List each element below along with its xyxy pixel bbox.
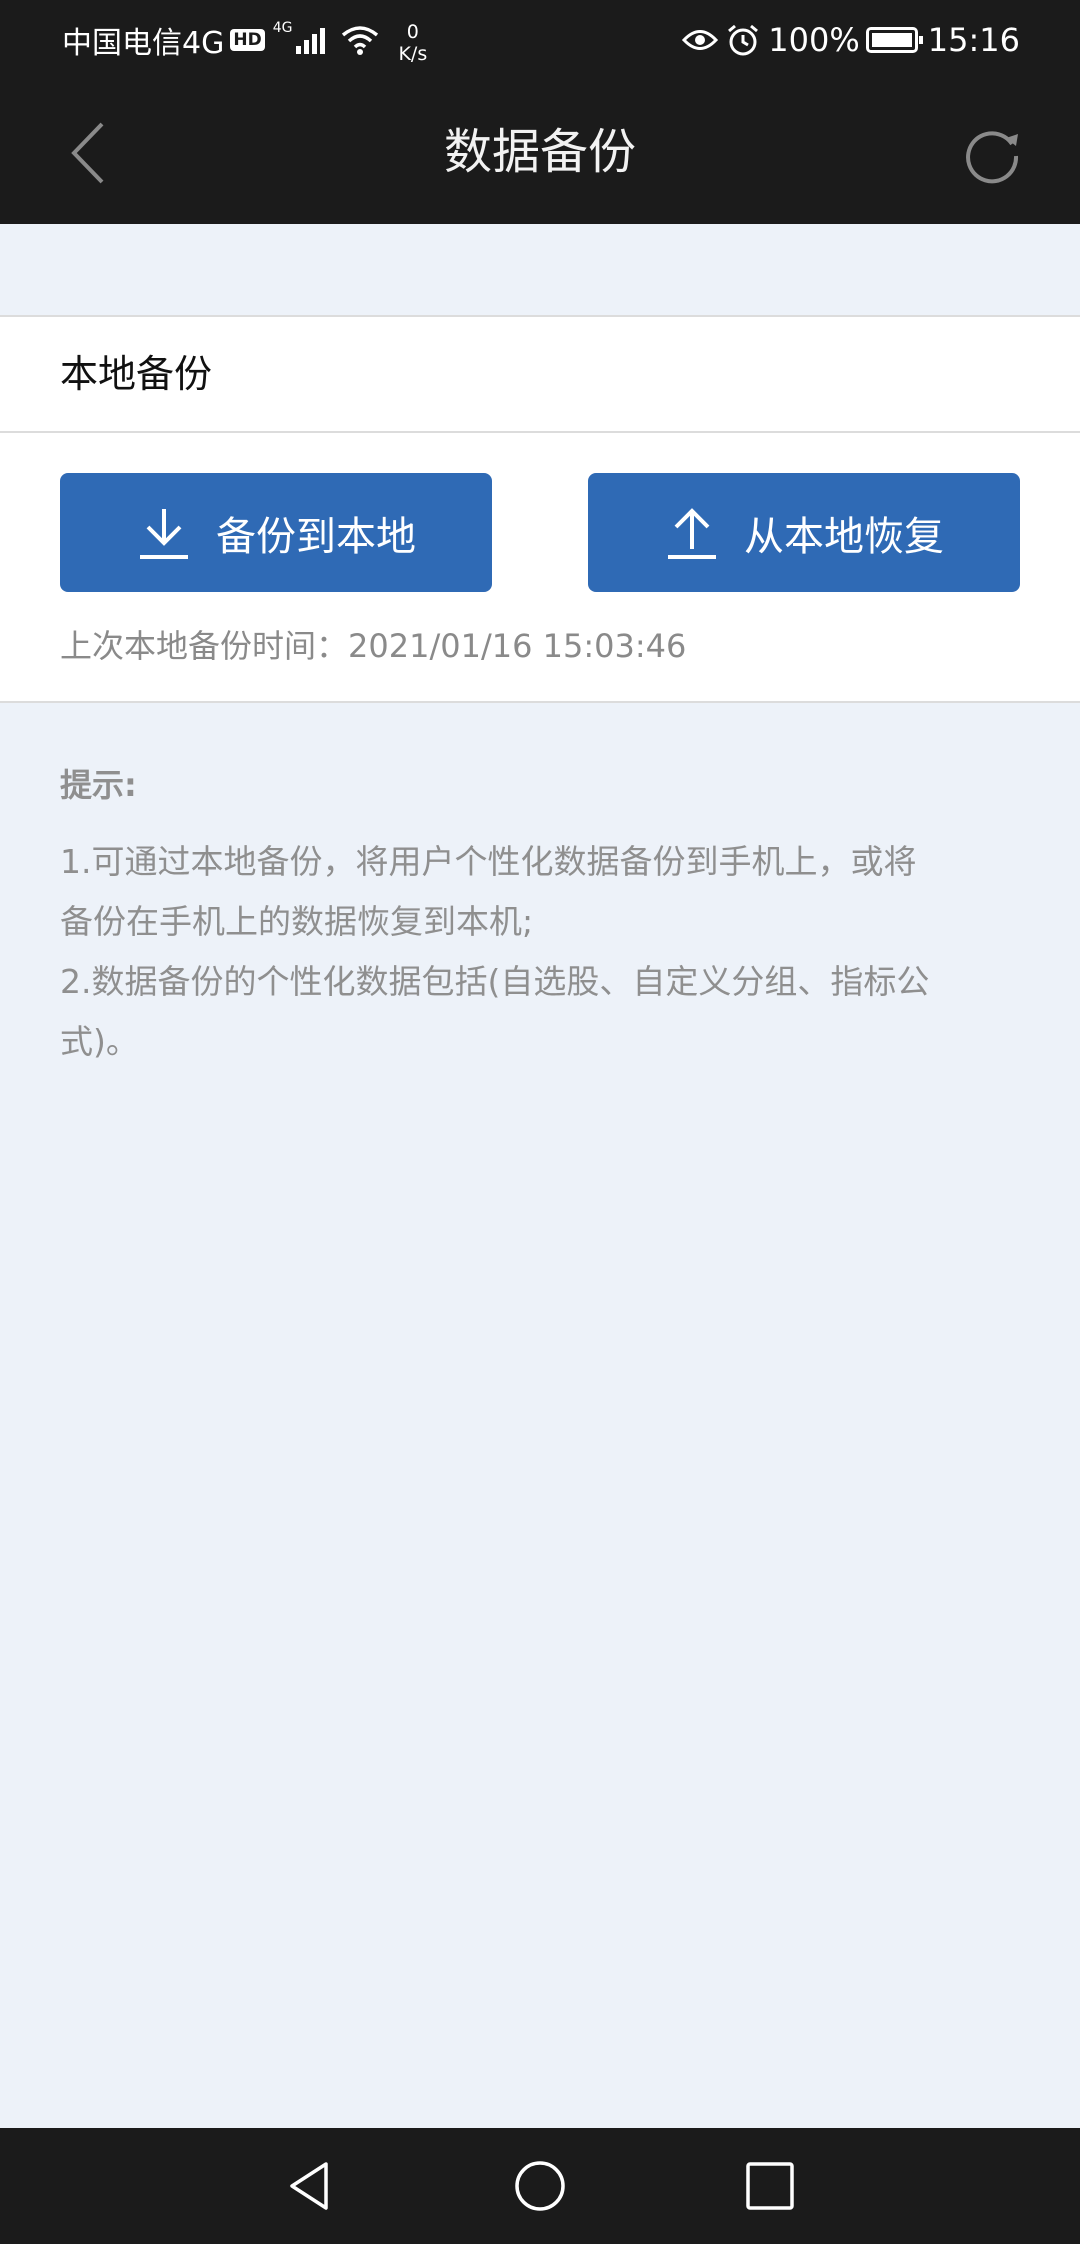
- speed-value: 0: [406, 21, 419, 43]
- restore-from-local-button[interactable]: 从本地恢复: [588, 473, 1020, 592]
- system-back-icon[interactable]: [282, 2158, 338, 2214]
- tips-line: 式)。: [60, 1022, 139, 1061]
- backup-panel: 备份到本地 从本地恢复 上次本地备份时间：2021/01/16 15:03:46: [0, 433, 1080, 703]
- nav-bar: 数据备份: [0, 80, 1080, 224]
- battery-percent: 100%: [768, 21, 860, 59]
- tips-title: 提示:: [60, 766, 137, 804]
- status-bar: 中国电信4G HD 4G 0 K/s 100% 15:16: [0, 0, 1080, 80]
- backup-to-local-button[interactable]: 备份到本地: [60, 473, 492, 592]
- signal-icon: [296, 28, 326, 54]
- section-title: 本地备份: [60, 352, 213, 396]
- tips-section: 提示: 1.可通过本地备份，将用户个性化数据备份到手机上，或将 备份在手机上的数…: [60, 760, 1020, 1072]
- clock-time: 15:16: [927, 21, 1020, 59]
- system-recent-apps-icon[interactable]: [742, 2158, 798, 2214]
- tips-line: 备份在手机上的数据恢复到本机;: [60, 902, 534, 941]
- page-title: 数据备份: [443, 124, 636, 180]
- last-backup-time: 上次本地备份时间：2021/01/16 15:03:46: [60, 627, 687, 665]
- section-header: 本地备份: [0, 315, 1080, 433]
- carrier-label: 中国电信4G: [62, 26, 225, 61]
- speed-unit: K/s: [398, 43, 428, 65]
- network-speed: 0 K/s: [398, 21, 427, 65]
- wifi-icon: [342, 26, 379, 55]
- status-left: 中国电信4G HD 4G 0 K/s: [62, 0, 427, 80]
- restore-button-label: 从本地恢复: [744, 513, 944, 560]
- backup-button-label: 备份到本地: [216, 513, 416, 560]
- hd-badge: HD: [230, 29, 265, 51]
- alarm-icon: [728, 24, 759, 56]
- refresh-icon[interactable]: [960, 122, 1024, 186]
- tips-line: 1.可通过本地备份，将用户个性化数据备份到手机上，或将: [60, 842, 917, 881]
- battery-icon: [865, 27, 923, 53]
- eye-icon: [682, 30, 719, 50]
- download-icon: [140, 508, 188, 559]
- system-nav-bar: [0, 2128, 1080, 2244]
- upload-icon: [668, 507, 716, 559]
- status-right: 100% 15:16: [682, 0, 1020, 80]
- network-label: 4G: [272, 20, 293, 36]
- system-home-icon[interactable]: [512, 2158, 568, 2214]
- tips-line: 2.数据备份的个性化数据包括(自选股、自定义分组、指标公: [60, 962, 930, 1001]
